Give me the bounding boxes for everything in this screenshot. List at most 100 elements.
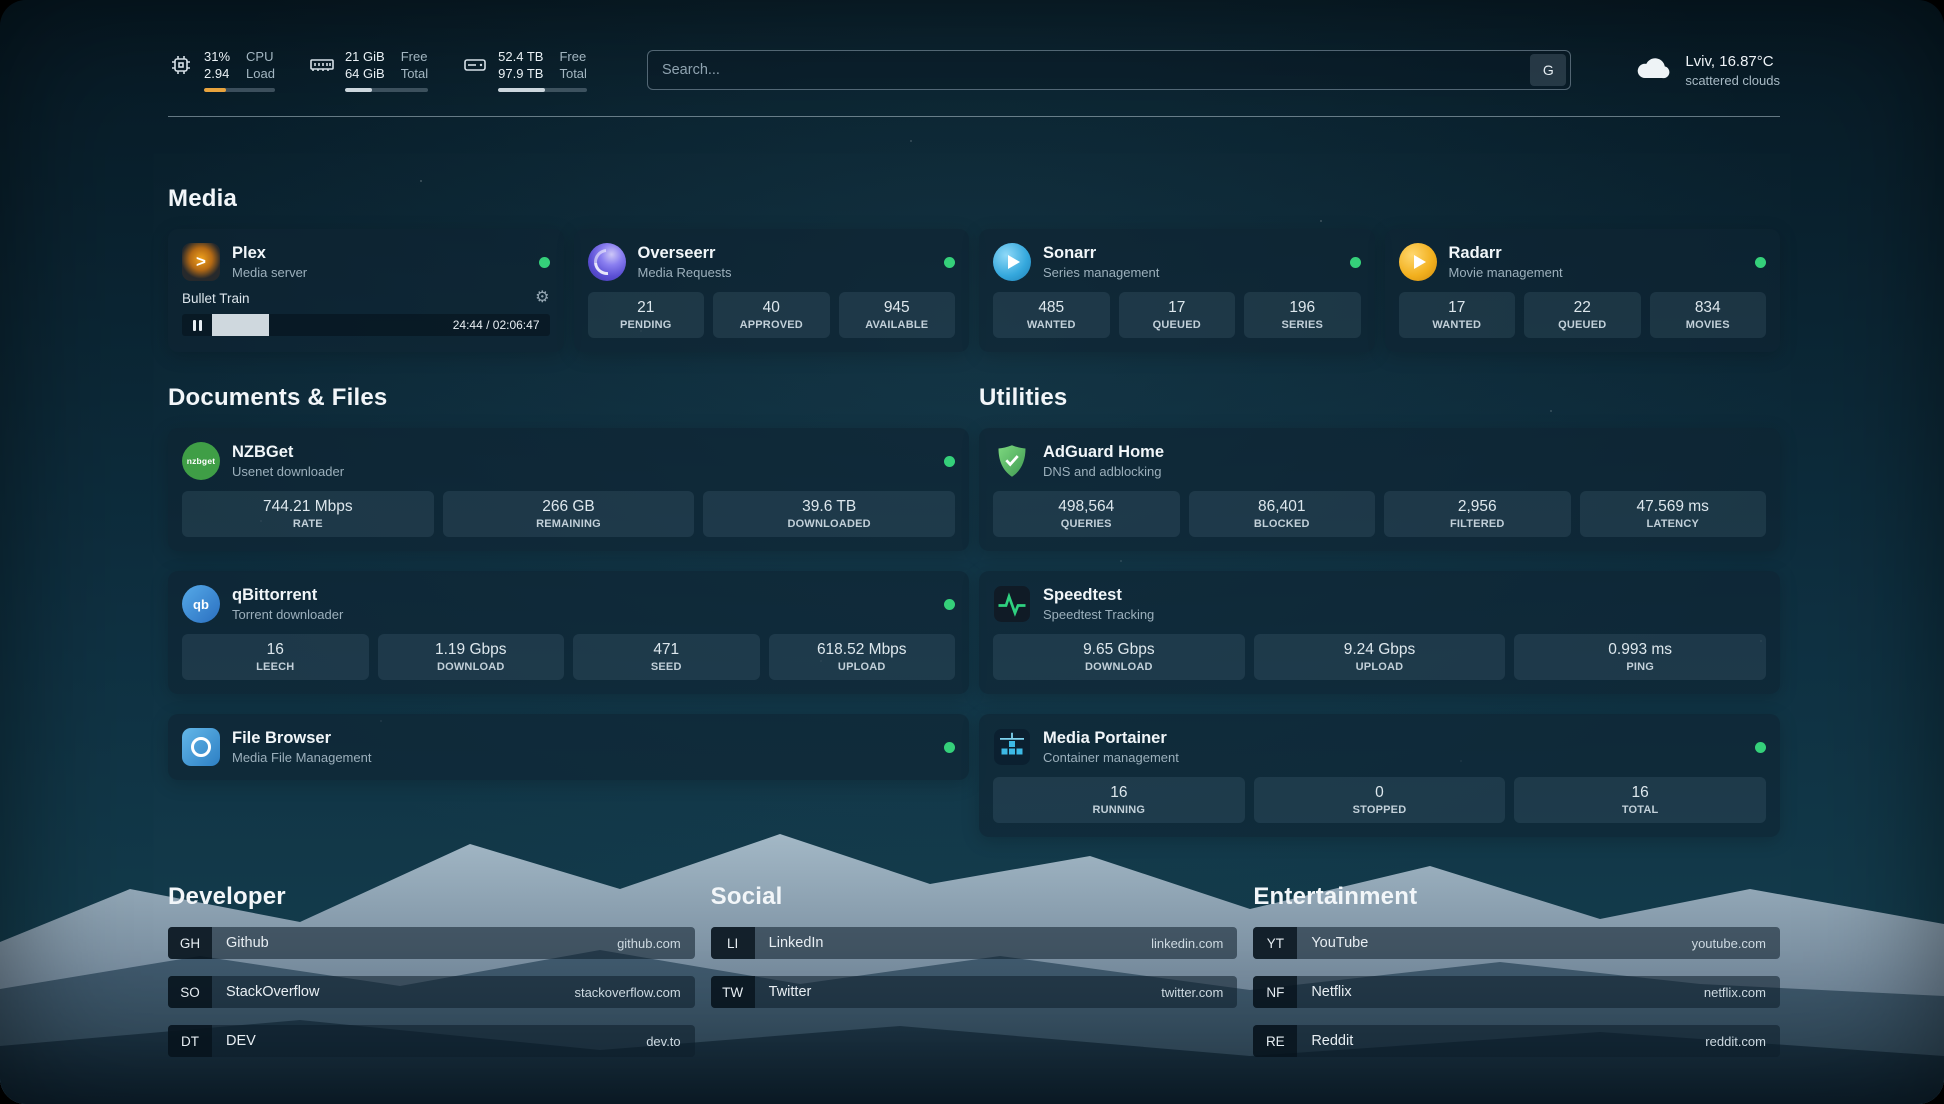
app-name: Overseerr bbox=[638, 243, 732, 264]
cpu-usage-bar bbox=[204, 88, 275, 92]
stat-queued: 17QUEUED bbox=[1119, 292, 1236, 338]
cpu-label-bottom: Load bbox=[246, 65, 275, 82]
bookmark-badge: DT bbox=[168, 1025, 212, 1057]
app-name: Speedtest bbox=[1043, 585, 1154, 606]
status-dot bbox=[539, 257, 550, 268]
status-dot bbox=[1755, 257, 1766, 268]
pause-button[interactable] bbox=[182, 314, 212, 336]
app-card-portainer[interactable]: Media Portainer Container management 16R… bbox=[979, 714, 1780, 837]
bookmark-badge: NF bbox=[1253, 976, 1297, 1008]
qbittorrent-icon: qb bbox=[182, 585, 220, 623]
cpu-widget: 31% 2.94 CPU Load bbox=[168, 48, 275, 92]
stat-latency: 47.569 msLATENCY bbox=[1580, 491, 1767, 537]
disk-label-bottom: Total bbox=[559, 65, 586, 82]
app-subtitle: Media server bbox=[232, 264, 307, 281]
app-name: Plex bbox=[232, 243, 307, 264]
app-card-sonarr[interactable]: Sonarr Series management 485WANTED 17QUE… bbox=[979, 229, 1375, 352]
app-card-nzbget[interactable]: nzbget NZBGet Usenet downloader 744.21 M… bbox=[168, 428, 969, 551]
overseerr-icon bbox=[588, 243, 626, 281]
weather-widget: Lviv, 16.87°C scattered clouds bbox=[1631, 51, 1780, 89]
app-card-filebrowser[interactable]: File Browser Media File Management bbox=[168, 714, 969, 780]
bookmark-stackoverflow[interactable]: SO StackOverflow stackoverflow.com bbox=[168, 976, 695, 1008]
playback-time: 24:44 / 02:06:47 bbox=[453, 314, 540, 336]
nzbget-icon: nzbget bbox=[182, 442, 220, 480]
app-name: qBittorrent bbox=[232, 585, 343, 606]
section-title-developer: Developer bbox=[168, 883, 695, 911]
top-bar: 31% 2.94 CPU Load bbox=[168, 0, 1780, 100]
stat-queries: 498,564QUERIES bbox=[993, 491, 1180, 537]
weather-condition: scattered clouds bbox=[1685, 72, 1780, 89]
gear-icon[interactable]: ⚙ bbox=[535, 290, 549, 306]
cloud-icon bbox=[1631, 51, 1673, 89]
plex-player-bar: 24:44 / 02:06:47 bbox=[182, 314, 550, 336]
app-subtitle: Movie management bbox=[1449, 264, 1563, 281]
radarr-icon bbox=[1399, 243, 1437, 281]
status-dot bbox=[944, 257, 955, 268]
status-dot bbox=[1755, 742, 1766, 753]
section-title-entertainment: Entertainment bbox=[1253, 883, 1780, 911]
stat-leech: 16LEECH bbox=[182, 634, 369, 680]
stat-blocked: 86,401BLOCKED bbox=[1189, 491, 1376, 537]
dashboard-screen: 31% 2.94 CPU Load bbox=[0, 0, 1944, 1104]
ram-widget: 21 GiB 64 GiB Free Total bbox=[309, 48, 428, 92]
stat-upload: 618.52 MbpsUPLOAD bbox=[769, 634, 956, 680]
cpu-chip-icon bbox=[168, 52, 194, 83]
ram-total: 64 GiB bbox=[345, 65, 385, 82]
stat-download: 1.19 GbpsDOWNLOAD bbox=[378, 634, 565, 680]
stat-total: 16TOTAL bbox=[1514, 777, 1766, 823]
app-subtitle: Torrent downloader bbox=[232, 606, 343, 623]
status-dot bbox=[944, 599, 955, 610]
stat-ping: 0.993 msPING bbox=[1514, 634, 1766, 680]
status-dot bbox=[1350, 257, 1361, 268]
filebrowser-icon bbox=[182, 728, 220, 766]
bookmark-youtube[interactable]: YT YouTube youtube.com bbox=[1253, 927, 1780, 959]
app-name: Radarr bbox=[1449, 243, 1563, 264]
stat-stopped: 0STOPPED bbox=[1254, 777, 1506, 823]
app-name: AdGuard Home bbox=[1043, 442, 1164, 463]
app-subtitle: DNS and adblocking bbox=[1043, 463, 1164, 480]
speedtest-icon bbox=[993, 585, 1031, 623]
bookmark-linkedin[interactable]: LI LinkedIn linkedin.com bbox=[711, 927, 1238, 959]
stat-wanted: 17WANTED bbox=[1399, 292, 1516, 338]
bookmark-netflix[interactable]: NF Netflix netflix.com bbox=[1253, 976, 1780, 1008]
app-subtitle: Speedtest Tracking bbox=[1043, 606, 1154, 623]
app-card-plex[interactable]: Plex Media server Bullet Train ⚙ 24:44 /… bbox=[168, 229, 564, 352]
search-input[interactable] bbox=[662, 62, 1530, 78]
bookmark-badge: YT bbox=[1253, 927, 1297, 959]
section-title-documents: Documents & Files bbox=[168, 384, 969, 412]
app-card-radarr[interactable]: Radarr Movie management 17WANTED 22QUEUE… bbox=[1385, 229, 1781, 352]
stat-series: 196SERIES bbox=[1244, 292, 1361, 338]
cpu-label-top: CPU bbox=[246, 48, 275, 65]
app-subtitle: Container management bbox=[1043, 749, 1179, 766]
stat-download: 9.65 GbpsDOWNLOAD bbox=[993, 634, 1245, 680]
app-card-adguard[interactable]: AdGuard Home DNS and adblocking 498,564Q… bbox=[979, 428, 1780, 551]
bookmark-github[interactable]: GH Github github.com bbox=[168, 927, 695, 959]
app-name: Media Portainer bbox=[1043, 728, 1179, 749]
status-dot bbox=[944, 456, 955, 467]
stat-wanted: 485WANTED bbox=[993, 292, 1110, 338]
stat-queued: 22QUEUED bbox=[1524, 292, 1641, 338]
status-dot bbox=[944, 742, 955, 753]
ram-label-bottom: Total bbox=[401, 65, 428, 82]
search-bar: G bbox=[647, 50, 1571, 90]
app-subtitle: Media Requests bbox=[638, 264, 732, 281]
stat-available: 945AVAILABLE bbox=[839, 292, 956, 338]
search-engine-button[interactable]: G bbox=[1530, 54, 1566, 86]
app-card-qbittorrent[interactable]: qb qBittorrent Torrent downloader 16LEEC… bbox=[168, 571, 969, 694]
disk-icon bbox=[462, 52, 488, 83]
stat-movies: 834MOVIES bbox=[1650, 292, 1767, 338]
bookmark-group-social: Social LI LinkedIn linkedin.com TW Twitt… bbox=[711, 883, 1238, 1025]
section-title-utilities: Utilities bbox=[979, 384, 1780, 412]
app-card-speedtest[interactable]: Speedtest Speedtest Tracking 9.65 GbpsDO… bbox=[979, 571, 1780, 694]
bookmarks-row: Developer GH Github github.com SO StackO… bbox=[168, 883, 1780, 1074]
bookmark-reddit[interactable]: RE Reddit reddit.com bbox=[1253, 1025, 1780, 1057]
bookmark-dev[interactable]: DT DEV dev.to bbox=[168, 1025, 695, 1057]
page-content: 31% 2.94 CPU Load bbox=[0, 0, 1944, 1074]
app-card-overseerr[interactable]: Overseerr Media Requests 21PENDING 40APP… bbox=[574, 229, 970, 352]
media-card-grid: Plex Media server Bullet Train ⚙ 24:44 /… bbox=[168, 229, 1780, 352]
bookmark-badge: LI bbox=[711, 927, 755, 959]
weather-location: Lviv, 16.87°C bbox=[1685, 52, 1780, 72]
bookmark-twitter[interactable]: TW Twitter twitter.com bbox=[711, 976, 1238, 1008]
disk-widget: 52.4 TB 97.9 TB Free Total bbox=[462, 48, 587, 92]
disk-free: 52.4 TB bbox=[498, 48, 543, 65]
